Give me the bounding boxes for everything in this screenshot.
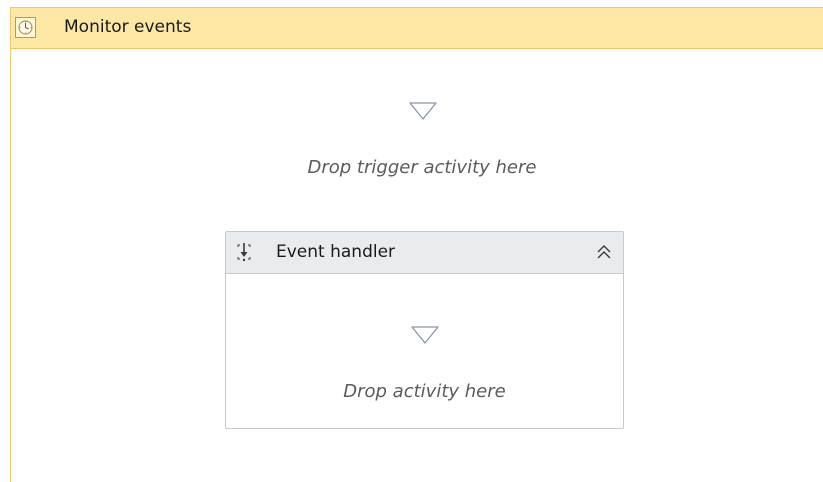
monitor-events-title: Monitor events	[64, 17, 192, 37]
clock-icon	[15, 17, 36, 38]
monitor-events-header[interactable]: Monitor events	[11, 8, 823, 49]
event-handler-title: Event handler	[276, 242, 396, 262]
event-handler-icon	[237, 243, 251, 262]
double-chevron-up-icon[interactable]	[595, 243, 613, 261]
drop-activity-zone[interactable]: Drop activity here	[286, 381, 563, 402]
event-handler-activity[interactable]: Event handler Drop activity here	[225, 231, 624, 429]
event-handler-header[interactable]: Event handler	[226, 232, 623, 274]
drop-arrow-icon	[411, 326, 439, 344]
drop-trigger-zone[interactable]: Drop trigger activity here	[282, 157, 562, 178]
drop-arrow-icon	[409, 102, 437, 120]
